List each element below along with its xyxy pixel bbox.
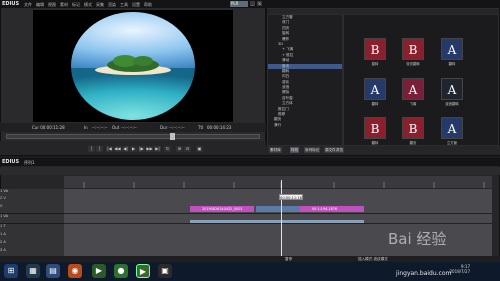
ttl-label: Ttl	[198, 125, 204, 130]
effect-thumb[interactable]: B	[402, 38, 424, 60]
start-button[interactable]: ⊞	[4, 264, 18, 278]
loop-icon[interactable]: ↻	[164, 146, 171, 152]
effect-label: 翻转	[448, 62, 456, 66]
effect-label: 翻转	[371, 102, 379, 106]
in-label: In	[84, 125, 88, 130]
app-icon[interactable]: ▣	[158, 264, 172, 278]
effect-label: 双页翻转	[406, 62, 420, 66]
dur-label: Dur	[160, 125, 168, 130]
step-back-button[interactable]: ◀|	[122, 146, 129, 152]
fisheye-island-preview	[71, 12, 195, 120]
timeline-toolbar	[0, 167, 500, 175]
transition-clip[interactable]	[256, 206, 300, 212]
playhead-time-label: 00:00:11:16	[279, 194, 303, 200]
tab-markers[interactable]: 序列标记	[304, 147, 321, 153]
effect-thumb[interactable]: A	[441, 117, 463, 139]
menu-edit[interactable]: 编辑	[36, 2, 44, 8]
menu-help[interactable]: 帮助	[144, 2, 152, 8]
tab-effects[interactable]: 特效	[290, 147, 300, 153]
next-button[interactable]: ▶|	[154, 146, 161, 152]
tree-item[interactable]: 滑行	[268, 123, 342, 128]
timeline-logo: EDIUS	[2, 159, 20, 165]
video-clip[interactable]: 20190826140432_0001	[190, 206, 254, 212]
out-label: Out	[112, 125, 120, 130]
effect-label: 波浪翻转	[445, 102, 459, 106]
audio-clip[interactable]	[190, 220, 364, 223]
close-icon[interactable]: ×	[257, 1, 262, 6]
fast-forward-button[interactable]: ▶▶	[146, 146, 153, 152]
scrub-handle[interactable]	[170, 133, 175, 140]
tab-bin[interactable]: 素材库	[269, 147, 282, 153]
overwrite-button[interactable]: ⊟	[184, 146, 191, 152]
total-time-readout: 00:00:14:23	[207, 125, 232, 130]
file-explorer-icon[interactable]: ▦	[26, 264, 40, 278]
folder-icon[interactable]: ▤	[46, 264, 60, 278]
output-button[interactable]: ▣	[196, 146, 203, 152]
watermark-url: jingyan.baidu.com	[396, 270, 452, 277]
playhead[interactable]	[281, 180, 282, 256]
effects-tree: 立方管 双门 四页 旋转 爆炸 3D + 飞离 + 推拉 滑动 卷页 翻转 闪白…	[268, 15, 342, 145]
prev-button[interactable]: |◀	[106, 146, 113, 152]
rewind-button[interactable]: ◀◀	[114, 146, 121, 152]
app-logo: EDIUS	[2, 1, 20, 7]
ruler-ticks	[83, 182, 485, 188]
scrub-bar[interactable]	[6, 134, 260, 139]
effect-thumb[interactable]: A	[441, 38, 463, 60]
preview-screen	[33, 10, 233, 122]
media-player-icon[interactable]: ▶	[92, 264, 106, 278]
system-clock[interactable]: 9:17 2019/7/27	[449, 264, 470, 274]
firefox-icon[interactable]: ◉	[68, 264, 82, 278]
track-header[interactable]: 1 VA	[0, 214, 64, 224]
effect-label: 翻转	[371, 141, 379, 145]
dur-time-readout: --:--:--:--	[169, 125, 185, 130]
menu-mode[interactable]: 模式	[84, 2, 92, 8]
step-forward-button[interactable]: |▶	[138, 146, 145, 152]
tab-source-browser[interactable]: 源文件浏览	[324, 147, 344, 153]
effect-thumb[interactable]: A	[441, 78, 463, 100]
menu-capture[interactable]: 采集	[96, 2, 104, 8]
effect-thumb[interactable]: A	[364, 78, 386, 100]
out-time-readout: --:--:--:--	[121, 125, 137, 130]
effect-label: 飞离	[409, 102, 417, 106]
video-clip[interactable]: 00:1:194-1876	[300, 206, 364, 212]
player-mode-toggle[interactable]: PLR	[230, 1, 248, 7]
timeline-titlebar	[0, 158, 500, 166]
minimize-button[interactable]: _	[250, 1, 255, 6]
effect-label: 立方管	[446, 141, 458, 145]
effect-label: 旋转	[371, 62, 379, 66]
set-out-button[interactable]: ]	[96, 146, 103, 152]
track-header[interactable]: V	[0, 204, 64, 214]
effect-label: 翻页	[409, 141, 417, 145]
menu-file[interactable]: 文件	[24, 2, 32, 8]
menu-marker[interactable]: 标记	[72, 2, 80, 8]
effect-thumb[interactable]: B	[364, 38, 386, 60]
browser-icon[interactable]: ●	[114, 264, 128, 278]
menu-clip[interactable]: 素材	[60, 2, 68, 8]
menu-tools[interactable]: 工具	[120, 2, 128, 8]
insert-button[interactable]: ⊞	[176, 146, 183, 152]
sequence-name: 序列1	[24, 160, 35, 165]
clock-date: 2019/7/27	[449, 269, 470, 274]
menu-settings[interactable]: 设置	[132, 2, 140, 8]
menu-view[interactable]: 视图	[48, 2, 56, 8]
play-button[interactable]: ▶	[130, 146, 137, 152]
set-in-button[interactable]: [	[88, 146, 95, 152]
effects-toolbar	[267, 9, 499, 14]
effect-thumb[interactable]: A	[402, 78, 424, 100]
in-time-readout: --:--:--:--	[92, 125, 108, 130]
effect-thumb[interactable]: B	[364, 117, 386, 139]
menu-render[interactable]: 渲染	[108, 2, 116, 8]
panel-tabs	[266, 146, 500, 155]
baidu-watermark: Bai 经验	[388, 230, 447, 248]
effect-thumb[interactable]: B	[402, 117, 424, 139]
effects-titlebar	[266, 0, 500, 8]
edius-taskbar-icon[interactable]: ▶	[136, 264, 150, 278]
timeline-ruler[interactable]	[64, 176, 492, 188]
current-time-readout: Cur 00:00:11:28	[32, 125, 65, 130]
